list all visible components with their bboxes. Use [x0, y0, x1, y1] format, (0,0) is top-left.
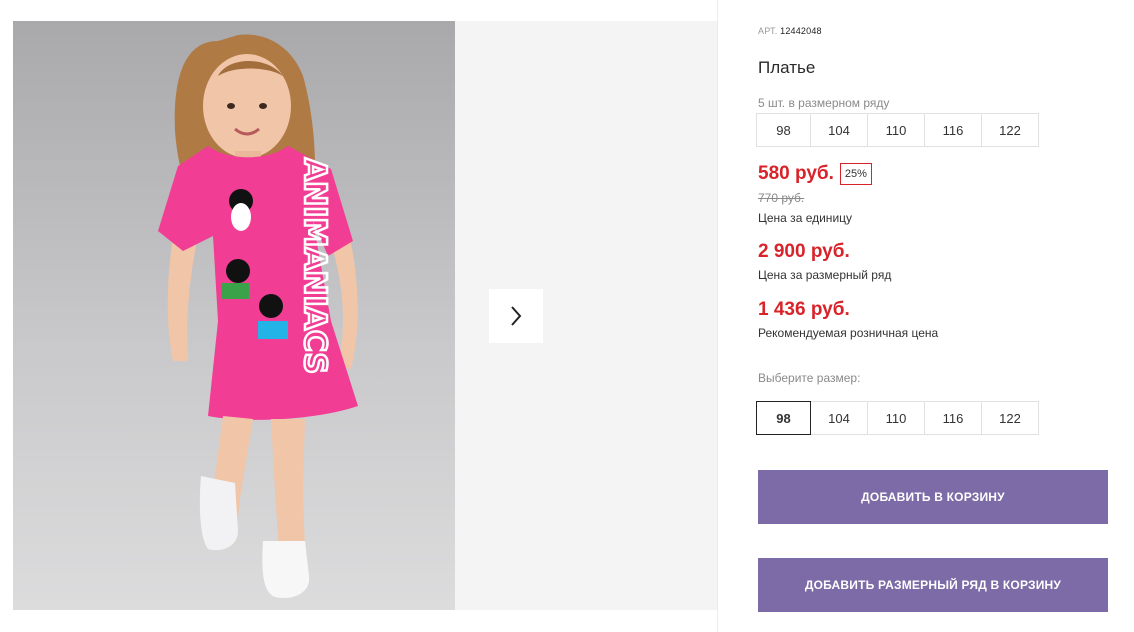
product-photo[interactable]: ANIMANIACS: [13, 21, 455, 610]
next-image-button[interactable]: [489, 289, 543, 343]
article-number: АРТ. 12442048: [758, 26, 822, 36]
size-option-122[interactable]: 122: [981, 401, 1039, 435]
unit-price-note: Цена за единицу: [758, 211, 853, 225]
pack-size-98: 98: [756, 113, 811, 147]
pack-price: 2 900 руб.: [758, 241, 850, 262]
retail-price-note: Рекомендуемая розничная цена: [758, 326, 939, 340]
size-option-110[interactable]: 110: [867, 401, 925, 435]
dress-print-text: ANIMANIACS: [297, 158, 332, 374]
size-selector: 98 104 110 116 122: [756, 401, 1039, 435]
pack-size-116: 116: [924, 113, 982, 147]
size-option-98[interactable]: 98: [756, 401, 811, 435]
product-gallery: ANIMANIACS: [0, 0, 718, 632]
pack-sizes: 98 104 110 116 122: [756, 113, 1039, 147]
choose-size-label: Выберите размер:: [758, 371, 861, 385]
product-photo-image: ANIMANIACS: [13, 21, 455, 610]
pack-price-note: Цена за размерный ряд: [758, 268, 892, 282]
chevron-right-icon: [511, 306, 522, 326]
discount-badge: 25%: [839, 163, 872, 185]
pack-note: 5 шт. в размерном ряду: [758, 96, 890, 110]
pack-size-104: 104: [810, 113, 868, 147]
unit-price: 580 руб.: [758, 163, 834, 184]
add-pack-to-cart-button[interactable]: Добавить размерный ряд в корзину: [758, 558, 1108, 612]
size-option-116[interactable]: 116: [924, 401, 982, 435]
article-label: АРТ.: [758, 26, 778, 36]
pack-size-122: 122: [981, 113, 1039, 147]
article-value: 12442048: [780, 26, 822, 36]
old-price: 770 руб.: [758, 191, 805, 205]
retail-price: 1 436 руб.: [758, 299, 850, 320]
product-title: Платье: [758, 58, 816, 77]
pack-size-110: 110: [867, 113, 925, 147]
add-to-cart-button[interactable]: Добавить в корзину: [758, 470, 1108, 524]
unit-price-row: 580 руб. 25%: [758, 163, 872, 185]
size-option-104[interactable]: 104: [810, 401, 868, 435]
